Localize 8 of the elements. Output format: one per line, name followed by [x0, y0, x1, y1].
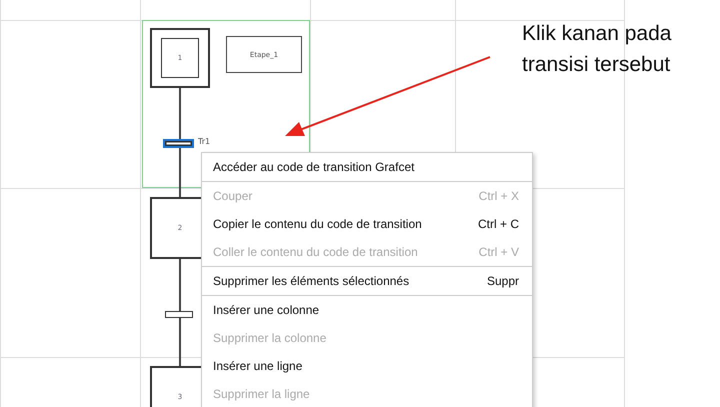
- annotation-text: Klik kanan pada transisi tersebut: [522, 21, 672, 78]
- menu-item[interactable]: Supprimer les éléments sélectionnés Suppr: [202, 267, 532, 295]
- transition-bar[interactable]: [165, 311, 193, 318]
- menu-item[interactable]: Accéder au code de transition Grafcet: [202, 153, 532, 181]
- transition-label: Tr1: [198, 137, 210, 146]
- transition-bar[interactable]: [163, 139, 194, 148]
- menu-item[interactable]: Insérer une ligne: [202, 352, 532, 380]
- menu-item[interactable]: Insérer une colonne: [202, 296, 532, 324]
